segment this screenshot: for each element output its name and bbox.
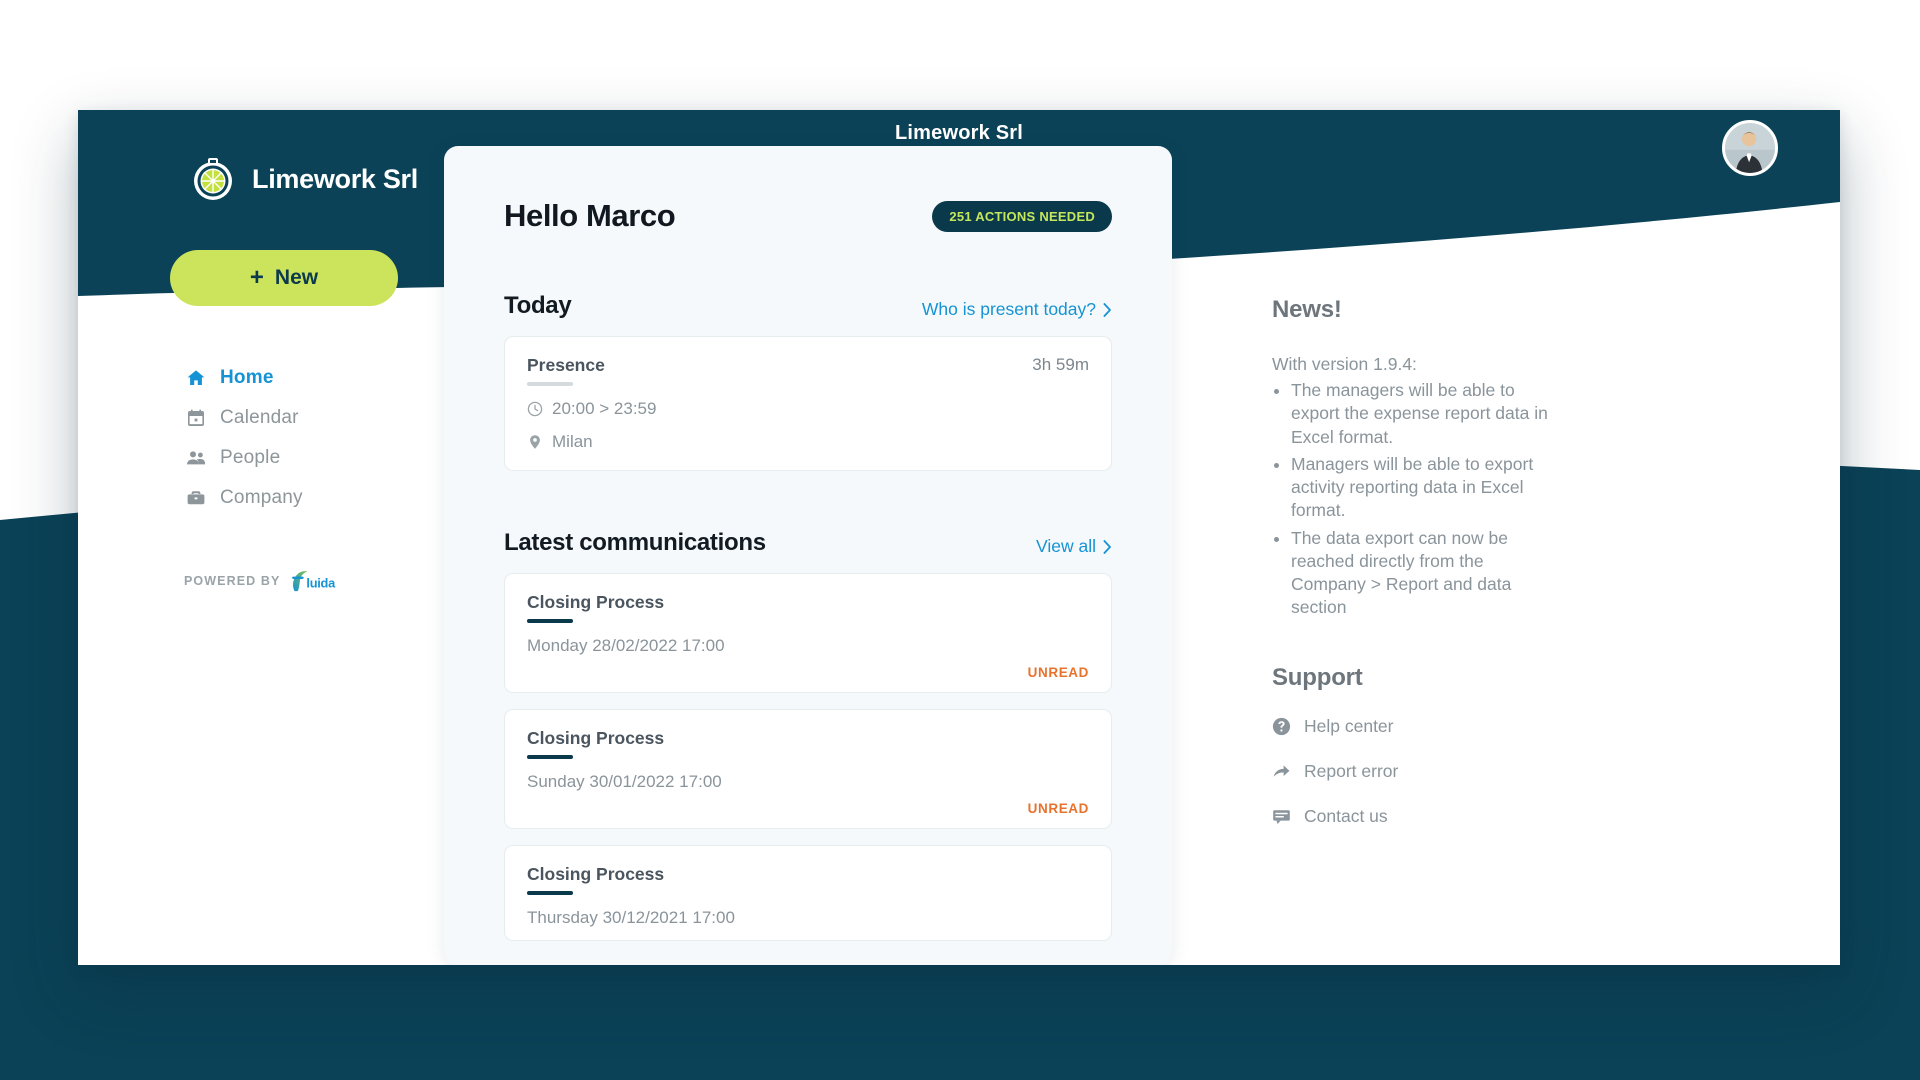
communication-date: Sunday 30/01/2022 17:00 bbox=[527, 772, 722, 791]
support-item-report-error[interactable]: Report error bbox=[1272, 761, 1840, 782]
help-circle-icon bbox=[1272, 717, 1291, 735]
presence-duration: 3h 59m bbox=[1032, 355, 1089, 374]
communication-card[interactable]: Closing Process Monday 28/02/2022 17:00 … bbox=[504, 573, 1112, 693]
sidebar-item-label: Calendar bbox=[220, 407, 299, 428]
news-list: The managers will be able to export the … bbox=[1272, 379, 1840, 620]
sidebar-item-label: Home bbox=[220, 367, 274, 388]
presence-time-row: 20:00 > 23:59 bbox=[527, 399, 1089, 419]
communication-title: Closing Process bbox=[527, 864, 665, 884]
right-rail: News! With version 1.9.4: The managers w… bbox=[1172, 110, 1840, 965]
news-item: The data export can now be reached direc… bbox=[1291, 527, 1553, 620]
presence-accent-rule bbox=[527, 382, 573, 386]
view-all-link[interactable]: View all bbox=[1036, 536, 1112, 557]
powered-by: POWERED BY luida bbox=[184, 570, 368, 592]
greeting-row: Hello Marco 251 ACTIONS NEEDED bbox=[504, 198, 1112, 234]
sidebar: + New Home Calendar People Company POWER… bbox=[78, 110, 444, 965]
support-item-help-center[interactable]: Help center bbox=[1272, 716, 1840, 737]
svg-text:luida: luida bbox=[307, 575, 337, 590]
status-badge: UNREAD bbox=[1027, 801, 1089, 816]
link-label: Who is present today? bbox=[921, 299, 1096, 319]
brand-lockup: Limework Srl bbox=[189, 155, 418, 203]
communications-section-header: Latest communications View all bbox=[504, 529, 1112, 557]
sidebar-item-label: People bbox=[220, 447, 281, 468]
sidebar-nav: Home Calendar People Company bbox=[78, 358, 444, 518]
communication-date: Thursday 30/12/2021 17:00 bbox=[527, 908, 735, 927]
avatar-photo bbox=[1725, 123, 1775, 173]
news-version: With version 1.9.4: bbox=[1272, 354, 1417, 374]
plus-icon: + bbox=[249, 264, 264, 291]
link-label: View all bbox=[1036, 536, 1096, 556]
app-window: Limework Srl Limework Srl + New Home Cal… bbox=[78, 110, 1840, 965]
home-icon bbox=[187, 370, 205, 385]
presence-location: Milan bbox=[552, 432, 593, 451]
calendar-icon bbox=[188, 409, 204, 426]
people-icon bbox=[187, 451, 205, 465]
presence-time-range: 20:00 > 23:59 bbox=[552, 399, 657, 418]
support-item-label: Report error bbox=[1304, 760, 1399, 781]
chevron-right-icon bbox=[1103, 539, 1111, 554]
briefcase-icon bbox=[187, 491, 205, 505]
who-is-present-today-link[interactable]: Who is present today? bbox=[922, 299, 1112, 320]
page-title: Hello Marco bbox=[504, 198, 676, 233]
today-title: Today bbox=[504, 292, 572, 319]
communication-title: Closing Process bbox=[527, 592, 665, 612]
new-button-label: New bbox=[274, 266, 319, 289]
location-pin-icon bbox=[530, 435, 540, 449]
presence-location-row: Milan bbox=[527, 432, 1089, 452]
communication-accent-rule bbox=[527, 619, 573, 623]
actions-needed-badge[interactable]: 251 ACTIONS NEEDED bbox=[932, 200, 1112, 232]
communication-accent-rule bbox=[527, 891, 573, 895]
sidebar-item-label: Company bbox=[220, 487, 303, 508]
avatar[interactable] bbox=[1722, 120, 1778, 176]
sidebar-item-home[interactable]: Home bbox=[78, 358, 444, 398]
brand-name: Limework Srl bbox=[252, 163, 418, 194]
chevron-right-icon bbox=[1103, 302, 1111, 317]
news-item: The managers will be able to export the … bbox=[1291, 379, 1553, 449]
support-title: Support bbox=[1272, 663, 1363, 691]
support-item-contact-us[interactable]: Contact us bbox=[1272, 806, 1840, 827]
news-item: Managers will be able to export activity… bbox=[1291, 453, 1553, 523]
presence-card[interactable]: Presence 3h 59m 20:00 > 23:59 Milan bbox=[504, 336, 1112, 471]
support-item-label: Contact us bbox=[1304, 805, 1388, 826]
sidebar-item-company[interactable]: Company bbox=[78, 478, 444, 518]
communications-title: Latest communications bbox=[504, 529, 766, 556]
status-badge: UNREAD bbox=[1027, 665, 1089, 680]
communication-title: Closing Process bbox=[527, 728, 665, 748]
share-arrow-icon bbox=[1273, 765, 1290, 777]
window-title: Limework Srl bbox=[895, 122, 1023, 144]
sidebar-item-calendar[interactable]: Calendar bbox=[78, 398, 444, 438]
news-title: News! bbox=[1272, 296, 1342, 323]
presence-label: Presence bbox=[527, 355, 605, 375]
communication-accent-rule bbox=[527, 755, 573, 759]
communication-date: Monday 28/02/2022 17:00 bbox=[527, 636, 725, 655]
sidebar-item-people[interactable]: People bbox=[78, 438, 444, 478]
lime-stopwatch-logo-icon bbox=[194, 158, 232, 200]
fluida-logo-icon: luida bbox=[292, 571, 337, 592]
main-content-card: Hello Marco 251 ACTIONS NEEDED Today Who… bbox=[444, 146, 1172, 965]
powered-by-label: POWERED BY bbox=[184, 574, 281, 588]
communication-card[interactable]: Closing Process Thursday 30/12/2021 17:0… bbox=[504, 845, 1112, 941]
clock-icon bbox=[527, 401, 543, 417]
new-button[interactable]: + New bbox=[170, 250, 398, 306]
communication-card[interactable]: Closing Process Sunday 30/01/2022 17:00 … bbox=[504, 709, 1112, 829]
chat-bubble-icon bbox=[1273, 809, 1290, 824]
support-item-label: Help center bbox=[1304, 715, 1394, 736]
today-section-header: Today Who is present today? bbox=[504, 292, 1112, 320]
